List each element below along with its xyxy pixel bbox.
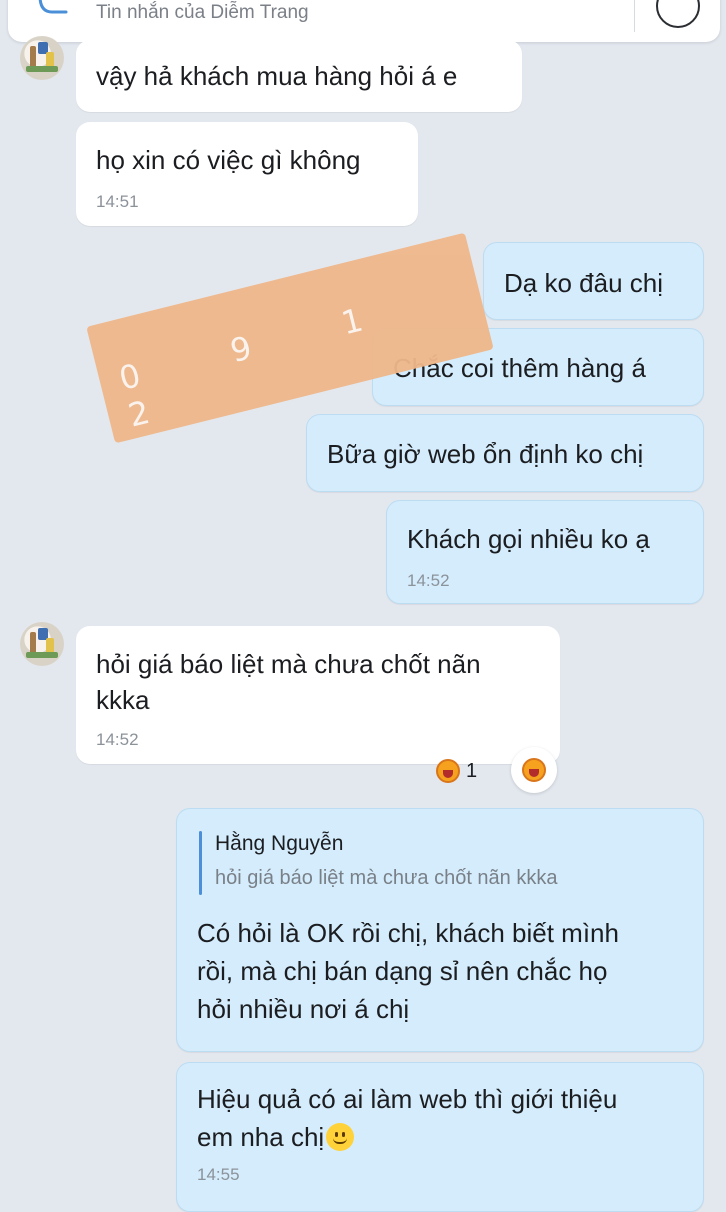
reaction-summary[interactable]: 1 [436,754,477,788]
message-timestamp: 14:52 [96,730,139,749]
chat-bubble-icon [38,0,68,14]
message-input-bar[interactable]: Tin nhắn của Diễm Trang [8,0,720,42]
redacted-digits: 0 9 1 2 [115,290,408,435]
message-timestamp: 14:55 [197,1165,240,1184]
smiling-face-emoji-icon [326,1123,355,1151]
message-timestamp: 14:51 [96,192,139,211]
message-text: vậy hả khách mua hàng hỏi á e [96,61,458,91]
laughing-emoji-icon [522,758,546,782]
message-text-line: Có hỏi là OK rồi chị, khách biết mình [197,918,619,948]
message-text-line: hỏi nhiều nơi á chị [197,994,410,1024]
message-text-line: rồi, mà chị bán dạng sỉ nên chắc họ [197,956,608,986]
incoming-message[interactable]: vậy hả khách mua hàng hỏi á e [76,40,522,112]
incoming-message[interactable]: hỏi giá báo liệt mà chưa chốt nãn kkka 1… [76,626,560,764]
contact-avatar[interactable] [20,622,64,666]
message-text: họ xin có việc gì không [96,145,361,175]
message-text: Dạ ko đâu chị [504,268,663,298]
outgoing-message[interactable]: Hiệu quả có ai làm web thì giới thiệu em… [176,1062,704,1212]
reaction-count: 1 [466,759,478,782]
message-text-line: kkka [96,685,150,715]
message-timestamp: 14:52 [407,571,450,590]
redaction-overlay: 0 9 1 2 [86,232,494,444]
message-text-line: Hiệu quả có ai làm web thì giới thiệu [197,1084,618,1114]
message-text: Bữa giờ web ổn định ko chị [327,439,644,469]
message-text: em nha chị [197,1122,325,1152]
outgoing-message[interactable]: Dạ ko đâu chị [483,242,704,320]
contact-avatar[interactable] [20,36,64,80]
message-input-placeholder[interactable]: Tin nhắn của Diễm Trang [96,2,309,24]
emoji-button[interactable] [656,0,700,28]
quoted-sender-name: Hằng Nguyễn [215,832,344,855]
outgoing-message[interactable]: Bữa giờ web ổn định ko chị [306,414,704,492]
outgoing-reply-message[interactable]: Hằng Nguyễn hỏi giá báo liệt mà chưa chố… [176,808,704,1052]
message-text-line: em nha chị [197,1119,687,1155]
message-text: Khách gọi nhiều ko ạ [407,524,650,554]
quote-accent-bar [199,831,202,895]
quoted-message-text[interactable]: hỏi giá báo liệt mà chưa chốt nãn kkka [215,865,557,891]
laughing-emoji-icon [436,759,460,783]
incoming-message[interactable]: họ xin có việc gì không 14:51 [76,122,418,226]
outgoing-message[interactable]: Khách gọi nhiều ko ạ 14:52 [386,500,704,604]
message-text-line: hỏi giá báo liệt mà chưa chốt nãn [96,649,481,679]
add-reaction-button[interactable] [511,747,557,793]
divider [634,0,635,32]
